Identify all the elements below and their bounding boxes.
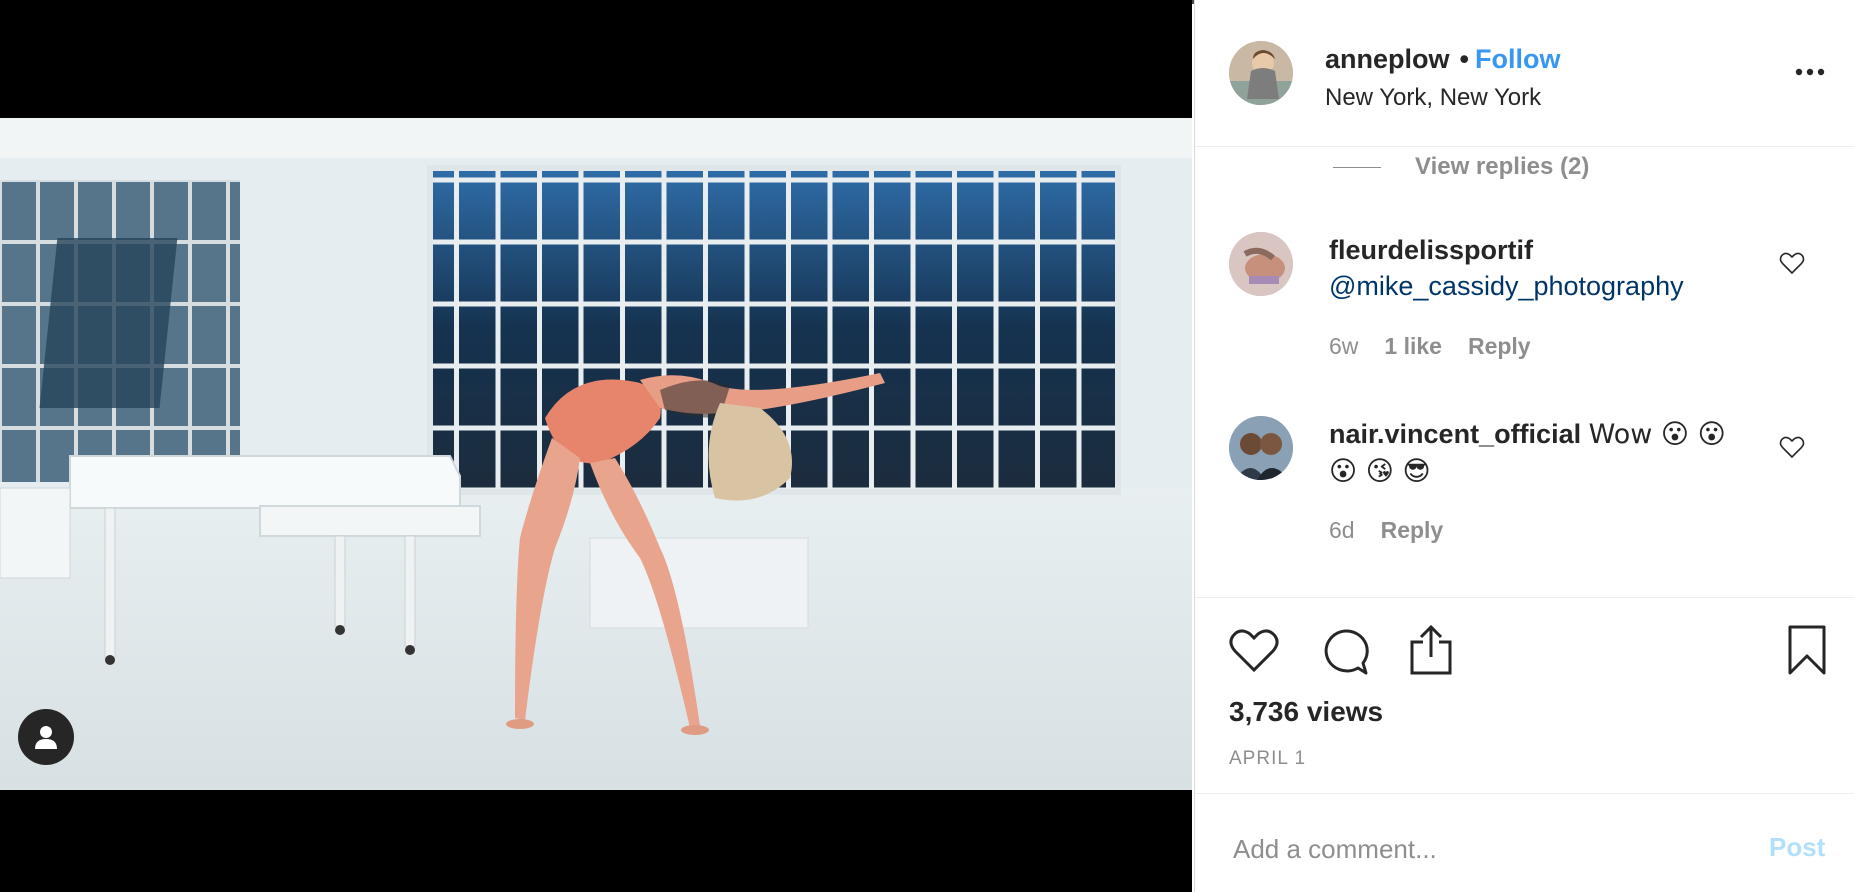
- comment-likes[interactable]: 1 like: [1384, 333, 1442, 360]
- heart-outline-icon: [1779, 436, 1805, 459]
- comment-username[interactable]: nair.vincent_official: [1329, 419, 1581, 449]
- comment-text: nair.vincent_official Wow 😮 😮 😮 😘 😎: [1329, 416, 1769, 490]
- comment-reply-button[interactable]: Reply: [1468, 333, 1531, 360]
- comment-like-button[interactable]: [1779, 435, 1807, 461]
- user-icon: [35, 726, 57, 749]
- comment-body-line2: 😮 😘 😎: [1329, 456, 1431, 487]
- owner-username[interactable]: anneplow: [1325, 44, 1450, 74]
- post-header: anneplow • Follow New York, New York: [1195, 0, 1854, 147]
- comment-button[interactable]: [1321, 628, 1369, 681]
- comment-icon: [1324, 629, 1369, 675]
- comment-text: fleurdelissportif @mike_cassidy_photogra…: [1329, 232, 1769, 304]
- commenter-avatar-image: [1229, 232, 1293, 296]
- video-frame-illustration: [0, 118, 1192, 790]
- heart-outline-icon: [1779, 252, 1805, 275]
- add-comment-bar: Post: [1195, 793, 1854, 893]
- media-pane: [0, 0, 1192, 892]
- post-actions: 3,736 views APRIL 1: [1195, 597, 1854, 794]
- comment-input[interactable]: [1231, 828, 1735, 870]
- bookmark-icon: [1788, 625, 1826, 675]
- post-sidebar: anneplow • Follow New York, New York View …: [1194, 0, 1854, 892]
- heart-icon: [1229, 629, 1279, 673]
- view-replies-button[interactable]: View replies (2): [1333, 153, 1589, 181]
- post-location[interactable]: New York, New York: [1325, 84, 1541, 112]
- commenter-avatar[interactable]: [1229, 232, 1293, 296]
- commenter-avatar[interactable]: [1229, 416, 1293, 480]
- follow-button[interactable]: Follow: [1475, 44, 1560, 74]
- share-icon: [1410, 624, 1452, 675]
- comments-list: View replies (2) fleurdelissportif @mike…: [1195, 147, 1854, 597]
- comment-meta: 6w 1 like Reply: [1329, 333, 1531, 360]
- commenter-avatar-image: [1229, 416, 1293, 480]
- comment-time[interactable]: 6w: [1329, 333, 1358, 360]
- post-date[interactable]: APRIL 1: [1229, 748, 1306, 770]
- view-count[interactable]: 3,736 views: [1229, 696, 1383, 728]
- comment-mention-link[interactable]: @mike_cassidy_photography: [1329, 271, 1684, 301]
- video-player[interactable]: [0, 118, 1192, 790]
- save-button[interactable]: [1787, 624, 1827, 681]
- comment-body: Wow 😮 😮: [1588, 419, 1726, 450]
- more-options-icon[interactable]: [1795, 62, 1825, 76]
- share-button[interactable]: [1409, 624, 1453, 681]
- separator-dot: •: [1459, 44, 1469, 74]
- like-button[interactable]: [1229, 628, 1279, 679]
- comment-meta: 6d Reply: [1329, 517, 1443, 544]
- owner-avatar[interactable]: [1229, 41, 1293, 105]
- ellipsis-icon: [1795, 68, 1825, 76]
- comment-like-button[interactable]: [1779, 251, 1807, 277]
- replies-divider-line: [1333, 166, 1381, 168]
- view-replies-label: View replies (2): [1415, 153, 1590, 180]
- comment-reply-button[interactable]: Reply: [1381, 517, 1444, 544]
- post-comment-button[interactable]: Post: [1769, 832, 1825, 863]
- comment-username[interactable]: fleurdelissportif: [1329, 235, 1533, 265]
- owner-line: anneplow • Follow: [1325, 44, 1560, 75]
- tagged-people-button[interactable]: [18, 709, 74, 765]
- owner-avatar-image: [1229, 41, 1293, 105]
- comment-time[interactable]: 6d: [1329, 517, 1355, 544]
